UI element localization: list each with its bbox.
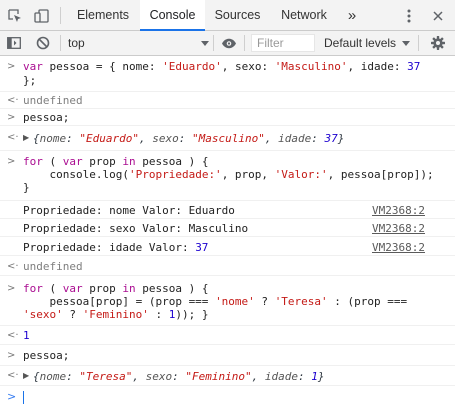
object-preview[interactable]: {nome: "Eduardo", sexo: "Masculino", ida… xyxy=(33,132,344,145)
input-chevron-icon: > xyxy=(7,112,16,123)
result-arrow-icon: <· xyxy=(7,370,19,381)
log-levels-dropdown[interactable]: Default levels xyxy=(324,31,396,55)
eye-icon[interactable] xyxy=(218,31,240,55)
result-arrow-icon: <· xyxy=(7,330,19,341)
result-value: undefined xyxy=(23,260,83,273)
console-input[interactable] xyxy=(23,391,24,404)
inspect-element-icon[interactable] xyxy=(4,0,26,31)
chevron-down-icon[interactable] xyxy=(401,31,411,55)
context-selector[interactable]: top xyxy=(68,31,85,55)
console-input-row: > for ( var prop in pessoa ) { console.l… xyxy=(0,151,455,201)
expand-triangle-icon[interactable]: ▶ xyxy=(23,131,29,144)
console-result-row: <· undefined xyxy=(0,256,455,276)
expand-triangle-icon[interactable]: ▶ xyxy=(23,369,29,382)
more-tabs-button[interactable]: » xyxy=(340,0,364,31)
result-arrow-icon: <· xyxy=(7,95,19,106)
console-toolbar: top Filter Default levels xyxy=(0,31,455,56)
close-icon[interactable] xyxy=(427,0,449,31)
code-line: console.log('Propriedade:', prop, 'Valor… xyxy=(23,168,434,181)
source-link[interactable]: VM2368:2 xyxy=(372,222,425,235)
console-log-row: Propriedade: nome Valor: Eduardo VM2368:… xyxy=(0,201,455,219)
gear-icon[interactable] xyxy=(428,31,448,55)
input-chevron-icon: > xyxy=(7,61,16,72)
console-input-row: > pessoa; xyxy=(0,109,455,126)
tab-sources[interactable]: Sources xyxy=(205,0,270,31)
code-line: for ( var prop in pessoa ) { xyxy=(23,282,209,295)
devtools-tabbar: Elements Console Sources Network » xyxy=(0,0,455,31)
object-preview[interactable]: {nome: "Teresa", sexo: "Feminino", idade… xyxy=(33,370,324,383)
console-result-row: <· ▶ {nome: "Eduardo", sexo: "Masculino"… xyxy=(0,126,455,151)
clear-console-icon[interactable] xyxy=(32,31,54,55)
source-link[interactable]: VM2368:2 xyxy=(372,204,425,217)
chevron-down-icon[interactable] xyxy=(200,31,210,55)
console-log-row: Propriedade: idade Valor: 37 VM2368:2 xyxy=(0,237,455,256)
console-input-row: > pessoa; xyxy=(0,345,455,366)
input-chevron-icon: > xyxy=(7,283,16,294)
divider xyxy=(418,35,419,51)
log-message: Propriedade: sexo Valor: Masculino xyxy=(23,222,249,235)
console-input-row: > var pessoa = { nome: 'Eduardo', sexo: … xyxy=(0,56,455,92)
code-line: 'sexo' ? 'Feminino' : 1)); } xyxy=(23,308,209,321)
code-line: pessoa[prop] = (prop === 'nome' ? 'Teres… xyxy=(23,295,408,308)
console-result-row: <· 1 xyxy=(0,326,455,345)
show-sidebar-icon[interactable] xyxy=(4,31,24,55)
code-line: pessoa; xyxy=(23,111,70,124)
tab-network[interactable]: Network xyxy=(270,0,338,31)
result-arrow-icon: <· xyxy=(7,132,19,143)
input-chevron-icon: > xyxy=(7,156,16,167)
code-line: var pessoa = { nome: 'Eduardo', sexo: 'M… xyxy=(23,60,421,73)
code-line: }; xyxy=(23,74,37,87)
device-toolbar-icon[interactable] xyxy=(30,0,54,31)
input-chevron-icon: > xyxy=(7,350,16,361)
tab-console[interactable]: Console xyxy=(140,0,205,31)
result-value: undefined xyxy=(23,94,83,107)
source-link[interactable]: VM2368:2 xyxy=(372,241,425,254)
filter-input[interactable]: Filter xyxy=(251,34,315,52)
console-result-row: <· ▶ {nome: "Teresa", sexo: "Feminino", … xyxy=(0,366,455,386)
divider xyxy=(244,35,245,51)
divider xyxy=(60,7,61,24)
code-line: pessoa; xyxy=(23,349,70,362)
code-line: for ( var prop in pessoa ) { xyxy=(23,155,209,168)
console-input-row: > for ( var prop in pessoa ) { pessoa[pr… xyxy=(0,276,455,326)
console-result-row: <· undefined xyxy=(0,92,455,109)
log-message: Propriedade: nome Valor: Eduardo xyxy=(23,204,235,217)
divider xyxy=(60,35,61,51)
console-prompt-icon: > xyxy=(7,390,17,403)
result-value: 1 xyxy=(23,329,30,342)
tab-elements[interactable]: Elements xyxy=(66,0,140,31)
result-arrow-icon: <· xyxy=(7,261,19,272)
more-options-icon[interactable] xyxy=(400,0,418,31)
code-line: } xyxy=(23,181,30,194)
console-log-row: Propriedade: sexo Valor: Masculino VM236… xyxy=(0,219,455,237)
divider xyxy=(213,35,214,51)
log-message: Propriedade: idade Valor: 37 xyxy=(23,241,209,254)
